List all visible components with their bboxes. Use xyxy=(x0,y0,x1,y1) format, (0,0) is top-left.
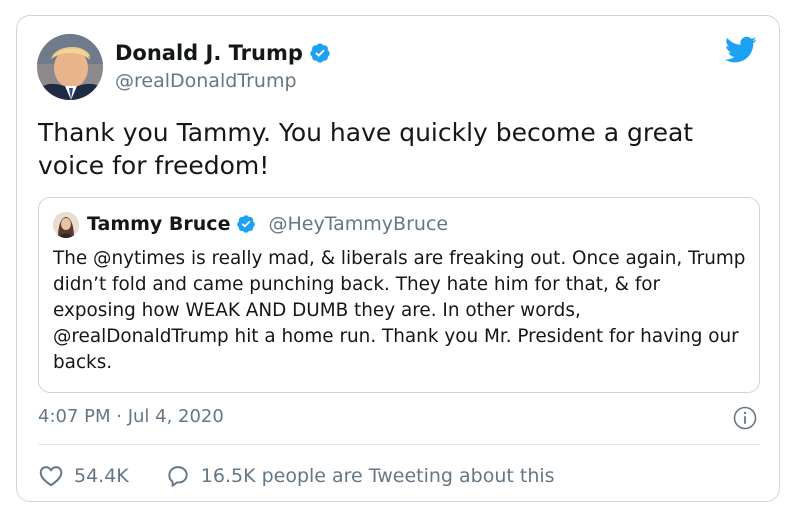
like-action[interactable]: 54.4K xyxy=(38,463,129,489)
quoted-author-row: Tammy Bruce @HeyTammyBruce xyxy=(87,211,448,237)
info-icon[interactable] xyxy=(733,406,757,430)
twitter-bird-icon[interactable] xyxy=(725,36,757,64)
quoted-tweet[interactable]: Tammy Bruce @HeyTammyBruce The @nytimes … xyxy=(38,197,760,393)
tweeting-text[interactable]: 16.5K people are Tweeting about this xyxy=(201,464,555,488)
tweet-timestamp[interactable]: 4:07 PM · Jul 4, 2020 xyxy=(38,405,224,429)
tweeting-action[interactable]: 16.5K people are Tweeting about this xyxy=(165,463,555,489)
quoted-author-avatar[interactable] xyxy=(53,212,79,238)
author-name-row: Donald J. Trump xyxy=(115,40,331,66)
author-avatar[interactable] xyxy=(37,34,103,100)
quoted-author-name[interactable]: Tammy Bruce xyxy=(87,211,230,237)
heart-icon[interactable] xyxy=(38,463,64,489)
author-handle[interactable]: @realDonaldTrump xyxy=(115,69,297,93)
speech-bubble-icon[interactable] xyxy=(165,463,191,489)
divider xyxy=(38,444,760,445)
author-name[interactable]: Donald J. Trump xyxy=(115,40,303,66)
verified-badge-icon xyxy=(237,215,256,233)
tweet-card: Donald J. Trump @realDonaldTrump Thank y… xyxy=(16,15,780,502)
tweet-text: Thank you Tammy. You have quickly become… xyxy=(38,118,694,180)
tweet-actions: 54.4K 16.5K people are Tweeting about th… xyxy=(38,462,555,490)
like-count[interactable]: 54.4K xyxy=(74,464,129,488)
quoted-author-handle[interactable]: @HeyTammyBruce xyxy=(268,211,448,237)
verified-badge-icon xyxy=(310,43,330,63)
quoted-tweet-text: The @nytimes is really mad, & liberals a… xyxy=(53,248,746,373)
